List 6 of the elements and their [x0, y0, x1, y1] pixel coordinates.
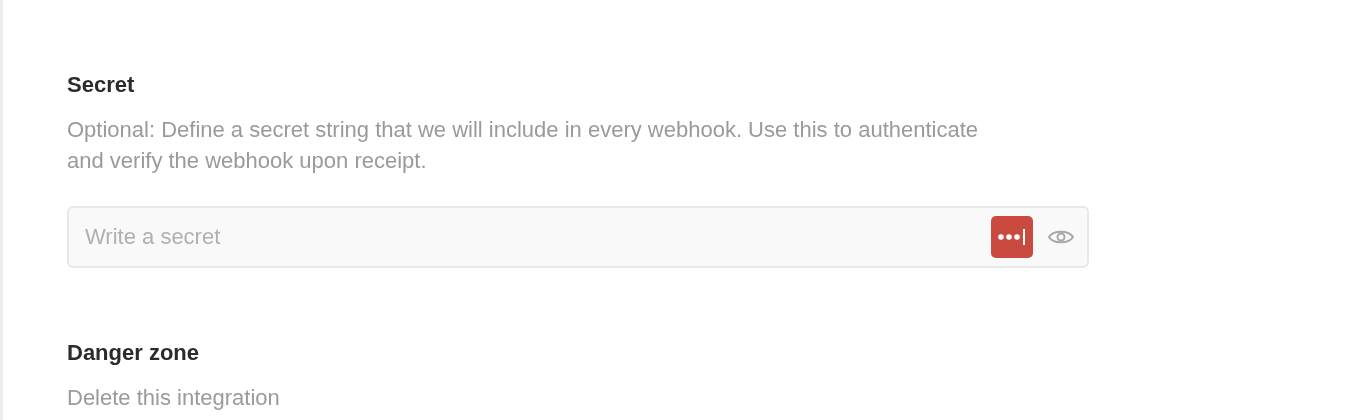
delete-integration-text: Delete this integration: [67, 384, 281, 412]
section-heading: Danger zone: [67, 339, 201, 367]
secret-field[interactable]: Write a secret: [67, 206, 1089, 268]
password-manager-icon[interactable]: [991, 216, 1033, 258]
section-heading: Secret: [67, 71, 136, 99]
field-description: Optional: Define a secret string that we will include in every webhook. Use this to authenticate and verify the webhook upon receipt.: [67, 116, 980, 175]
